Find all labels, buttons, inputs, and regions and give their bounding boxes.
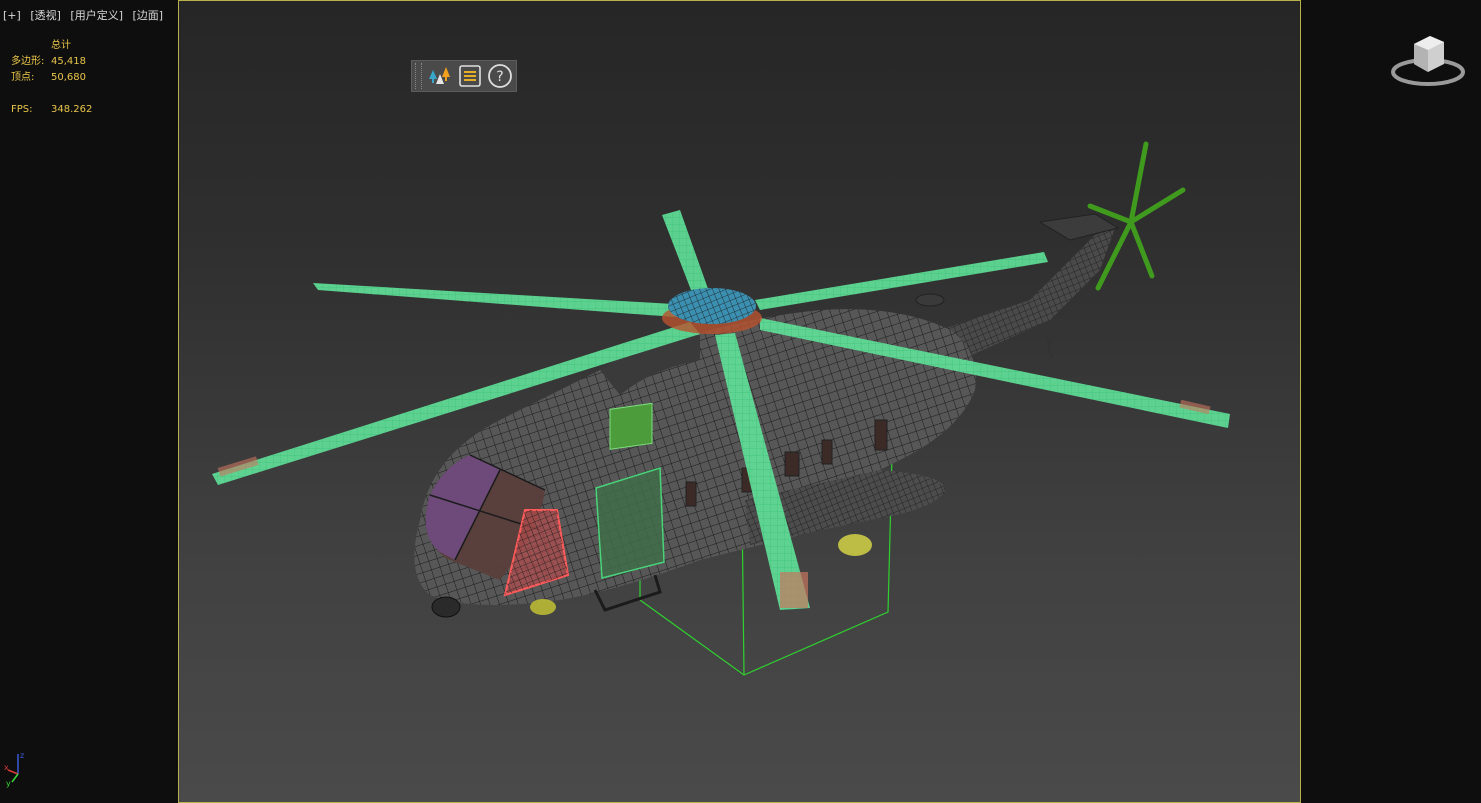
- toolbar-grip-handle[interactable]: [415, 63, 422, 89]
- viewport-menu-plus[interactable]: [+]: [3, 9, 21, 22]
- help-button[interactable]: ?: [485, 61, 515, 91]
- polygons-label: 多边形:: [11, 56, 45, 67]
- vertices-label: 顶点:: [11, 72, 35, 83]
- help-icon: ?: [488, 64, 512, 88]
- viewport-label-menu[interactable]: [+] [透视] [用户定义] [边面]: [3, 7, 169, 23]
- viewcube-icon[interactable]: [1390, 34, 1466, 90]
- tail-rotor: [1087, 141, 1186, 291]
- axis-x-label: x: [4, 763, 9, 772]
- axis-tripod-icon: z x y: [4, 751, 24, 788]
- stats-vertices-row: 顶点: 50,680: [11, 70, 92, 86]
- fps-label: FPS:: [11, 104, 33, 115]
- scene-trees-icon: [429, 67, 450, 84]
- axis-z-label: z: [20, 751, 24, 760]
- scene-trees-button[interactable]: [425, 61, 455, 91]
- viewport-menu-perspective[interactable]: [透视]: [30, 9, 61, 22]
- stats-fps-row: FPS: 348.262: [11, 102, 92, 118]
- stats-polygons-row: 多边形: 45,418: [11, 54, 92, 70]
- list-button[interactable]: [455, 61, 485, 91]
- helicopter-scene[interactable]: [178, 0, 1301, 803]
- vertices-value: 50,680: [51, 72, 86, 83]
- viewport-menu-user-defined[interactable]: [用户定义]: [70, 9, 123, 22]
- svg-text:?: ?: [496, 69, 503, 85]
- axis-y-label: y: [6, 779, 11, 788]
- fps-value: 348.262: [51, 104, 93, 115]
- stats-header: 总计: [51, 40, 71, 51]
- statistics-overlay: 总计 多边形: 45,418 顶点: 50,680 FPS: 348.262: [11, 38, 92, 118]
- list-icon: [459, 65, 481, 87]
- viewport-mini-toolbar: ?: [411, 60, 517, 92]
- viewport-menu-edged-faces[interactable]: [边面]: [133, 9, 164, 22]
- polygons-value: 45,418: [51, 56, 86, 67]
